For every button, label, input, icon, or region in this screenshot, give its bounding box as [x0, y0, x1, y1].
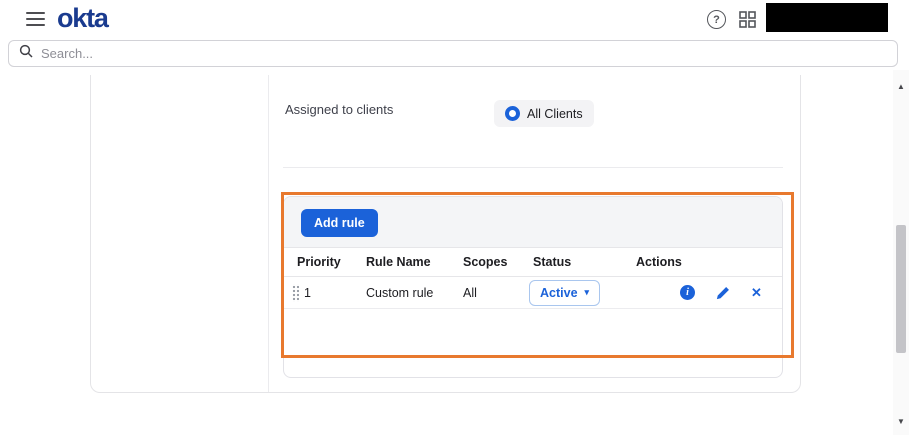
rules-table-header: Priority Rule Name Scopes Status Actions	[284, 248, 782, 277]
assigned-to-clients-label: Assigned to clients	[285, 102, 394, 117]
header-actions: Actions	[636, 255, 682, 269]
vertical-scrollbar[interactable]: ▲ ▼	[893, 70, 909, 435]
search-input[interactable]: Search...	[8, 40, 898, 67]
scroll-down-icon[interactable]: ▼	[893, 417, 909, 427]
table-row: 1 Custom rule All Active ▾ i ✕	[284, 277, 782, 309]
card-column-divider	[268, 75, 269, 392]
search-icon	[19, 44, 33, 63]
header-priority: Priority	[297, 255, 341, 269]
actions-cell: i ✕	[636, 285, 782, 300]
info-icon[interactable]: i	[680, 285, 695, 300]
status-cell: Active ▾	[529, 279, 636, 306]
search-placeholder: Search...	[41, 46, 94, 61]
okta-admin-page: okta ? Search... Assigned to clients All…	[0, 0, 912, 435]
all-clients-chip[interactable]: All Clients	[494, 100, 594, 127]
rule-name-cell: Custom rule	[366, 285, 434, 300]
edit-pencil-icon[interactable]	[716, 286, 730, 300]
okta-logo[interactable]: okta	[57, 3, 109, 34]
add-rule-button[interactable]: Add rule	[301, 209, 378, 237]
delete-x-icon[interactable]: ✕	[751, 286, 762, 299]
header-rule-name: Rule Name	[366, 255, 431, 269]
redacted-account-area[interactable]	[766, 3, 888, 32]
priority-cell: 1	[292, 283, 366, 302]
all-clients-label: All Clients	[527, 106, 583, 121]
status-dropdown-button[interactable]: Active ▾	[529, 279, 601, 306]
question-mark-glyph: ?	[713, 13, 720, 26]
radio-selected-icon	[505, 106, 520, 121]
rules-panel-header: Add rule	[284, 197, 782, 248]
help-icon[interactable]: ?	[707, 10, 726, 29]
scopes-cell: All	[463, 285, 477, 300]
scrollbar-thumb[interactable]	[896, 225, 906, 353]
section-divider	[283, 167, 783, 168]
scroll-up-icon[interactable]: ▲	[893, 82, 909, 92]
priority-value: 1	[304, 285, 311, 300]
apps-grid-icon[interactable]	[739, 11, 756, 28]
caret-down-icon: ▾	[584, 287, 590, 297]
drag-handle-icon[interactable]	[292, 283, 299, 302]
top-bar: okta ?	[0, 0, 912, 38]
header-status: Status	[533, 255, 572, 269]
rules-panel: Add rule Priority Rule Name Scopes Statu…	[283, 196, 783, 378]
header-scopes: Scopes	[463, 255, 508, 269]
status-value: Active	[540, 285, 578, 300]
hamburger-menu-icon[interactable]	[26, 12, 45, 26]
